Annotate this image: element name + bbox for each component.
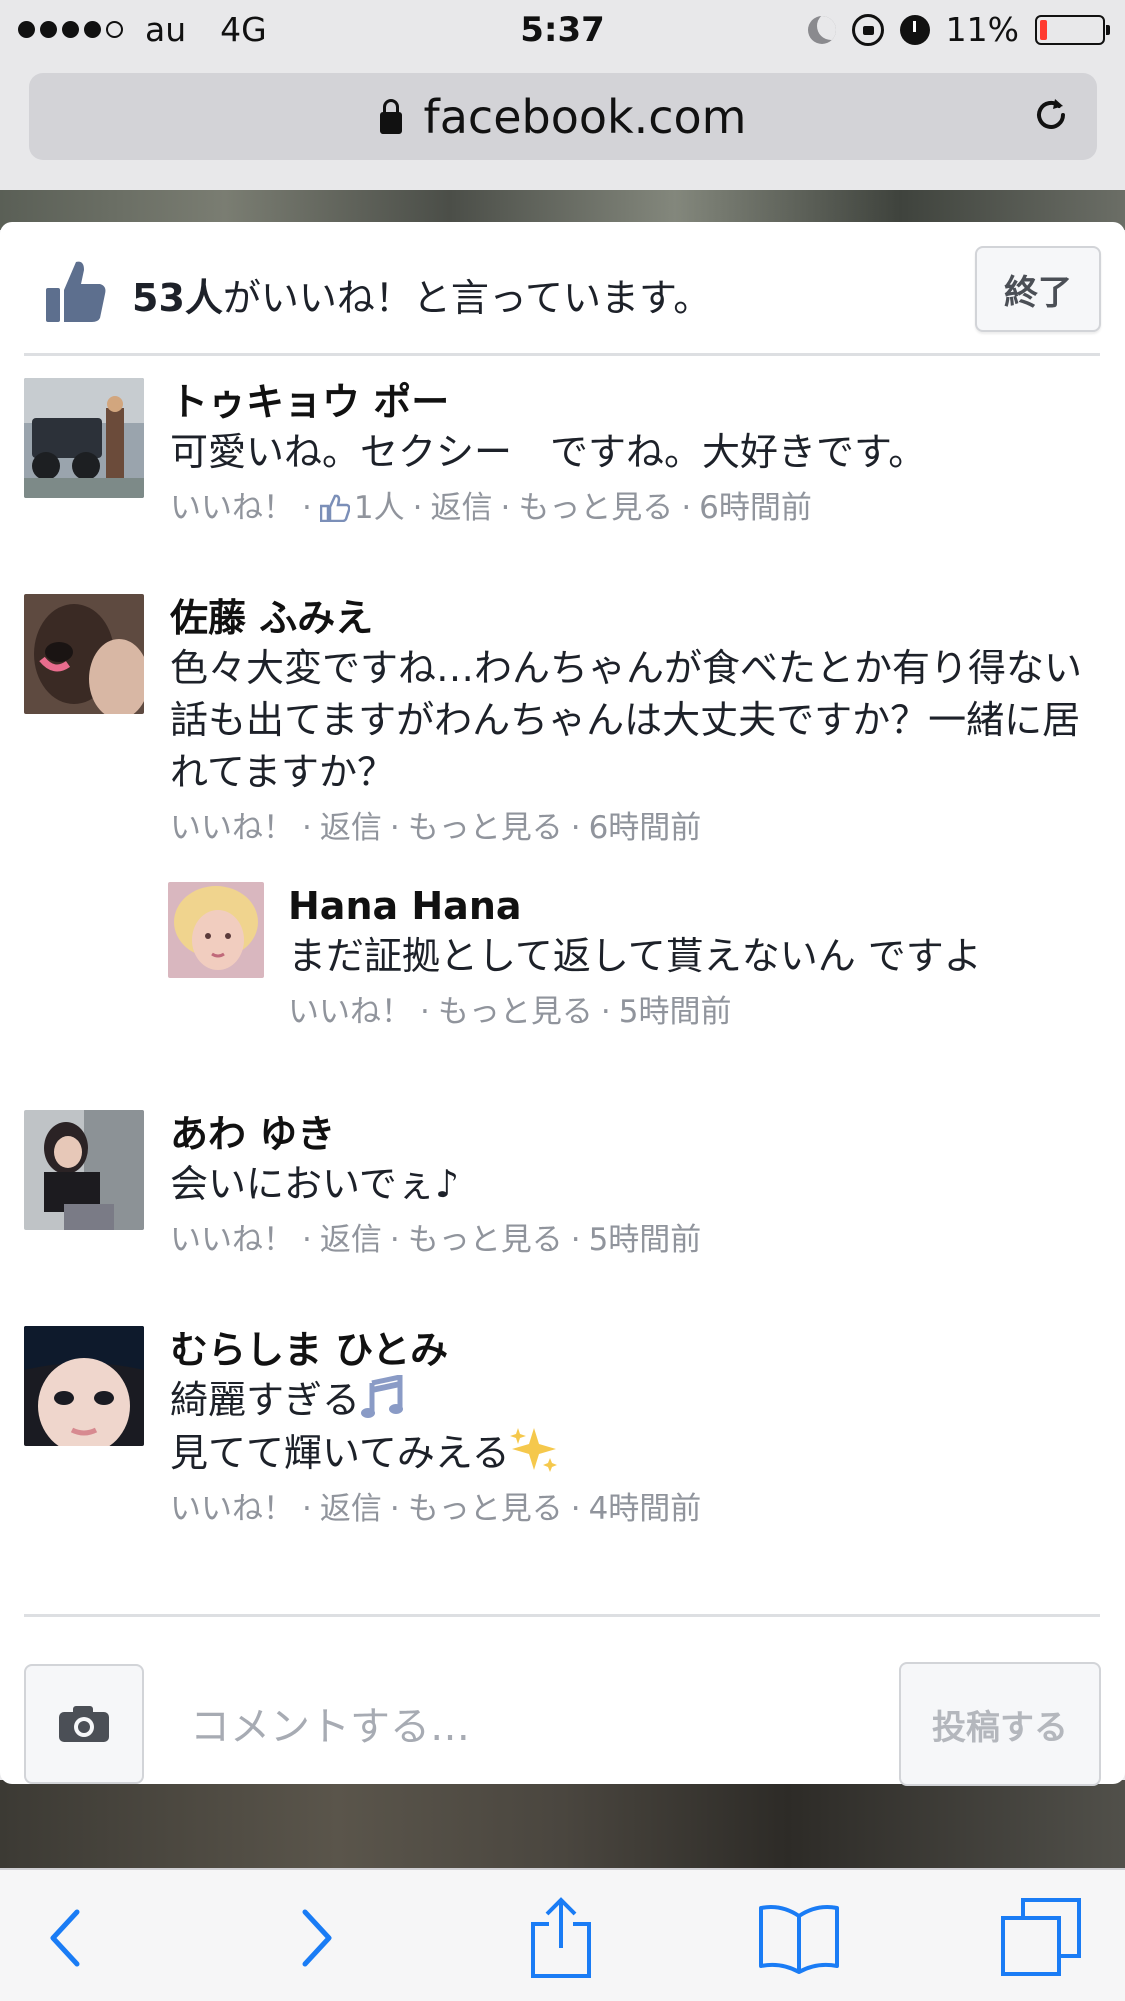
comment-author[interactable]: あわ ゆき [170, 1110, 1100, 1158]
like-link[interactable]: いいね！ [170, 1479, 294, 1539]
status-bar: au 4G 5:37 11% [0, 0, 1125, 60]
more-link[interactable]: もっと見る [518, 478, 673, 538]
comment-author[interactable]: むらしま ひとみ [170, 1326, 1100, 1374]
comment-time[interactable]: 4時間前 [589, 1479, 702, 1539]
comment-actions: いいね！ · 返信 · もっと見る · 6時間前 [170, 798, 1100, 858]
comment-item: むらしま ひとみ 綺麗すぎる 見てて輝いてみえる いいね！ · 返信 · もっと… [24, 1326, 1100, 1546]
comment-input[interactable] [190, 1682, 880, 1772]
background-photo-bottom [0, 1780, 1125, 1870]
reply-actions: いいね！ · もっと見る · 5時間前 [288, 982, 1088, 1042]
comment-text: 見てて輝いてみえる [170, 1431, 510, 1475]
comment-item: あわ ゆき 会いにおいでぇ♪ いいね！ · 返信 · もっと見る · 5時間前 [24, 1110, 1100, 1270]
avatar[interactable] [24, 1326, 144, 1446]
comment-text: 会いにおいでぇ♪ [170, 1162, 460, 1206]
tabs-icon [1001, 1898, 1081, 1976]
reply-item: Hana Hana まだ証拠として返して貰えないん ですよ いいね！ · もっと… [168, 882, 1088, 1032]
avatar[interactable] [24, 594, 144, 714]
status-bar-right: 11% [807, 10, 1110, 49]
comment-item: トゥキョウ ポー 可愛いね。セクシー ですね。大好きです。 いいね！ · 1人 … [24, 378, 1100, 548]
thumbs-up-icon [46, 261, 106, 322]
forward-icon [302, 1909, 332, 1967]
reply-link[interactable]: 返信 [320, 1479, 382, 1539]
comment-time[interactable]: 6時間前 [589, 798, 702, 858]
like-link[interactable]: いいね！ [170, 478, 294, 538]
more-link[interactable]: もっと見る [408, 1479, 563, 1539]
avatar[interactable] [24, 378, 144, 498]
comment-composer: 投稿する [0, 1622, 1125, 1786]
like-count[interactable]: 1人 [354, 478, 405, 538]
sparkles-icon [509, 1428, 557, 1472]
bookmarks-icon [759, 1905, 839, 1974]
battery-icon [1035, 14, 1110, 45]
likes-summary[interactable]: 53人がいいね！と言っています。 [132, 267, 711, 322]
reply-link[interactable]: 返信 [430, 478, 492, 538]
likes-header: 53人がいいね！と言っています。 終了 [0, 222, 1125, 355]
comment-time[interactable]: 6時間前 [699, 478, 812, 538]
avatar[interactable] [24, 1110, 144, 1230]
camera-icon [59, 1706, 109, 1742]
lock-icon [379, 98, 402, 134]
browser-header: facebook.com [0, 60, 1125, 190]
like-link[interactable]: いいね！ [288, 982, 412, 1042]
do-not-disturb-icon [807, 15, 836, 44]
likes-count: 53人 [132, 276, 223, 320]
like-count-icon [319, 494, 350, 522]
comment-actions: いいね！ · 返信 · もっと見る · 5時間前 [170, 1210, 1100, 1270]
comment-text: 色々大変ですね…わんちゃんが食べたとか有り得ない話も出てますがわんちゃんは大丈夫… [170, 646, 1083, 794]
comment-text-line: 見てて輝いてみえる [170, 1426, 1100, 1479]
share-icon [531, 1897, 591, 1978]
share-button[interactable] [516, 1897, 606, 1978]
avatar[interactable] [168, 882, 264, 978]
comment-time[interactable]: 5時間前 [589, 1210, 702, 1270]
comment-author[interactable]: 佐藤 ふみえ [170, 594, 1100, 642]
compose-divider [24, 1614, 1100, 1617]
post-button[interactable]: 投稿する [899, 1662, 1101, 1786]
alarm-icon [899, 14, 930, 45]
comment-text: 可愛いね。セクシー ですね。大好きです。 [170, 430, 927, 474]
more-link[interactable]: もっと見る [408, 798, 563, 858]
back-icon [50, 1909, 80, 1967]
tabs-button[interactable] [996, 1898, 1086, 1978]
likes-suffix: がいいね！と言っています。 [222, 276, 712, 320]
battery-percent: 11% [945, 10, 1019, 49]
reload-icon[interactable] [1031, 95, 1071, 135]
reply-author[interactable]: Hana Hana [288, 882, 1088, 930]
comment-text: 綺麗すぎる [170, 1378, 361, 1422]
reply-text: まだ証拠として返して貰えないん ですよ [288, 934, 982, 978]
comment-actions: いいね！ · 返信 · もっと見る · 4時間前 [170, 1479, 1100, 1539]
address-bar[interactable]: facebook.com [29, 73, 1097, 160]
rotation-lock-icon [851, 13, 884, 46]
like-link[interactable]: いいね！ [170, 1210, 294, 1270]
like-link[interactable]: いいね！ [170, 798, 294, 858]
header-divider [24, 353, 1100, 356]
back-button[interactable] [20, 1898, 110, 1978]
comment-author[interactable]: トゥキョウ ポー [170, 378, 1100, 426]
comment-text-line: 綺麗すぎる [170, 1374, 1100, 1426]
more-link[interactable]: もっと見る [408, 1210, 563, 1270]
reply-time[interactable]: 5時間前 [619, 982, 732, 1042]
forward-button[interactable] [272, 1898, 362, 1978]
reply-link[interactable]: 返信 [320, 798, 382, 858]
browser-toolbar [0, 1868, 1125, 2001]
url-text[interactable]: facebook.com [424, 90, 747, 144]
more-link[interactable]: もっと見る [438, 982, 593, 1042]
music-notes-icon [361, 1375, 404, 1418]
reply-link[interactable]: 返信 [320, 1210, 382, 1270]
bookmarks-button[interactable] [754, 1898, 844, 1978]
close-button[interactable]: 終了 [975, 246, 1101, 332]
comment-actions: いいね！ · 1人 · 返信 · もっと見る · 6時間前 [170, 478, 1100, 538]
comments-modal: 53人がいいね！と言っています。 終了 トゥキョウ ポー 可愛いね。セクシー で… [0, 222, 1125, 1786]
camera-button[interactable] [24, 1664, 144, 1784]
